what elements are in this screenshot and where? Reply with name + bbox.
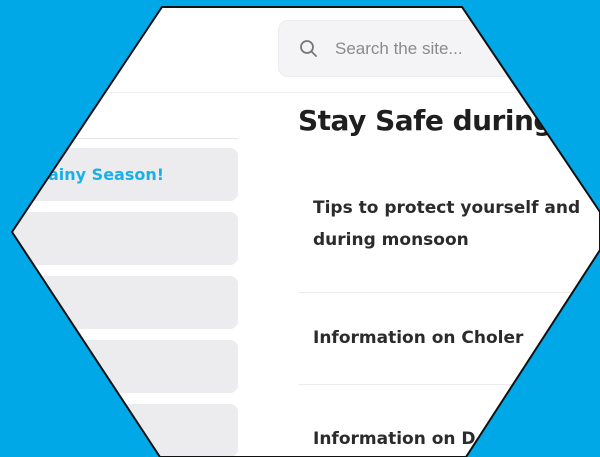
sidebar-item-rainy-season[interactable]: ainy Season! [12,148,238,201]
header-divider [12,92,600,93]
search-box[interactable] [278,20,600,77]
article-link-info[interactable]: Information on D [313,423,476,455]
sidebar-item[interactable] [12,404,238,457]
sidebar-item[interactable] [12,276,238,329]
article-title-line: Information on Choler [313,328,524,348]
article-title-line: Tips to protect yourself and [313,198,581,218]
article-title-line: Information on D [313,429,476,449]
article-divider [298,384,600,385]
article-link-monsoon-tips[interactable]: Tips to protect yourself and during mons… [313,192,580,256]
article-title-line: during monsoon [313,230,469,250]
sidebar-item[interactable] [12,340,238,393]
hexagon-frame: ainy Season! Stay Safe during Tips to pr… [12,7,600,457]
sidebar-item[interactable] [12,212,238,265]
sidebar-divider [12,138,238,139]
search-icon [300,40,317,57]
article-divider [298,292,600,293]
article-link-cholera[interactable]: Information on Choler [313,322,523,354]
sidebar-item-label: ainy Season! [48,165,165,184]
page-title: Stay Safe during [298,104,553,137]
search-input[interactable] [335,21,600,76]
